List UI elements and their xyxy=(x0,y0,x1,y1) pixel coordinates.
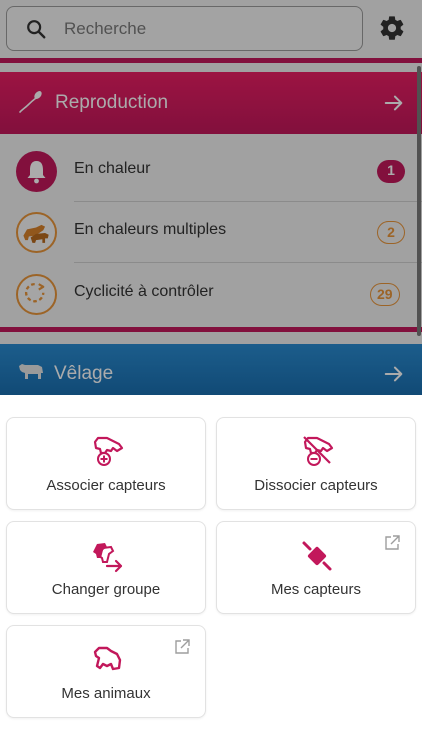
dissociate-sensor-icon xyxy=(303,436,334,466)
change-group-button[interactable]: Changer groupe xyxy=(6,521,206,614)
sensor-collar-icon xyxy=(302,541,332,571)
modal-backdrop[interactable] xyxy=(0,0,422,395)
action-label: Mes capteurs xyxy=(270,581,362,598)
associate-sensors-button[interactable]: Associer capteurs xyxy=(6,417,206,510)
my-animals-button[interactable]: Mes animaux xyxy=(6,625,206,718)
external-link-icon xyxy=(385,535,400,550)
change-group-icon xyxy=(93,543,123,573)
external-link-icon xyxy=(175,639,190,654)
action-label: Dissocier capteurs xyxy=(254,477,378,494)
actions-sheet: Associer capteurs Dissocier capteurs Cha… xyxy=(0,395,422,750)
dissociate-sensors-button[interactable]: Dissocier capteurs xyxy=(216,417,416,510)
associate-sensor-icon xyxy=(93,436,124,466)
action-label: Associer capteurs xyxy=(46,477,166,494)
action-label: Mes animaux xyxy=(61,685,151,702)
animal-icon xyxy=(93,646,122,671)
my-sensors-button[interactable]: Mes capteurs xyxy=(216,521,416,614)
action-label: Changer groupe xyxy=(51,581,161,598)
